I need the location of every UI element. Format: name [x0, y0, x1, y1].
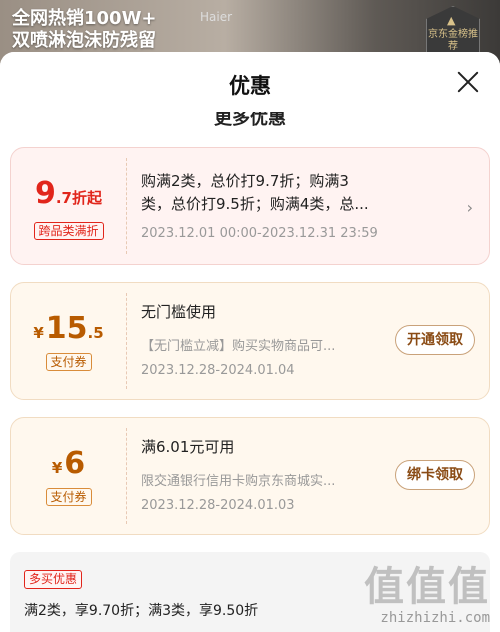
badge-icon: ▲	[447, 14, 456, 27]
badge-label: 京东金榜推荐	[428, 29, 478, 52]
sheet-title: 优惠	[229, 74, 271, 98]
coupon-divider	[126, 428, 127, 524]
watermark-logo: 值值值	[364, 564, 490, 610]
coupon-amount: 9.7折起	[11, 176, 126, 211]
coupon-valid-date: 2023.12.28-2024.01.04	[141, 363, 295, 378]
coupon-description: 限交通银行信用卡购京东商城实...	[141, 474, 336, 489]
coupon-type-badge: 支付券	[45, 353, 92, 371]
coupon-title: 无门槛使用	[141, 303, 217, 321]
coupon-divider	[126, 293, 127, 389]
brand-logo: Haier	[200, 10, 233, 24]
discount-sheet: 优惠 更多优惠 9.7折起 跨品类满折 购满2类，总价打9.7折；购满3 类，总…	[0, 52, 500, 632]
coupon-value-area: ¥6 支付券	[11, 418, 126, 534]
coupon-list[interactable]: 9.7折起 跨品类满折 购满2类，总价打9.7折；购满3 类，总价打9.5折；购…	[0, 132, 500, 632]
chevron-right-icon[interactable]: ›	[467, 198, 473, 217]
currency-symbol: ¥	[51, 459, 63, 477]
coupon-card-no-threshold: ¥15.5 支付券 无门槛使用 【无门槛立减】购买实物商品可... 2023.1…	[10, 282, 490, 400]
coupon-title: 满6.01元可用	[141, 438, 235, 456]
coupon-valid-date: 2023.12.01 00:00-2023.12.31 23:59	[141, 226, 378, 241]
coupon-card-cross-category[interactable]: 9.7折起 跨品类满折 购满2类，总价打9.7折；购满3 类，总价打9.5折；购…	[10, 147, 490, 265]
coupon-type-badge: 支付券	[45, 488, 92, 506]
coupon-type-badge: 跨品类满折	[33, 222, 104, 240]
coupon-amount-main: 15	[45, 311, 88, 346]
section-title-text: 更多优惠	[214, 112, 286, 129]
sheet-header: 优惠	[0, 52, 500, 112]
currency-symbol: ¥	[33, 324, 44, 342]
bind-card-claim-button[interactable]: 绑卡领取	[395, 460, 475, 490]
coupon-amount-main: 9	[34, 176, 56, 211]
banner-subheadline: 双喷淋泡沫防残留	[12, 30, 156, 51]
coupon-card-bank: ¥6 支付券 满6.01元可用 限交通银行信用卡购京东商城实... 2023.1…	[10, 417, 490, 535]
coupon-title-line1: 购满2类，总价打9.7折；购满3	[141, 172, 349, 190]
coupon-amount-main: 6	[64, 446, 86, 481]
coupon-detail: 满6.01元可用 限交通银行信用卡购京东商城实... 2023.12.28-20…	[141, 418, 489, 534]
coupon-amount: ¥15.5	[11, 311, 126, 346]
coupon-value-area: ¥15.5 支付券	[11, 283, 126, 399]
coupon-detail: 购满2类，总价打9.7折；购满3 类，总价打9.5折；购满4类，总... 202…	[141, 148, 489, 264]
ranking-badge: ▲ 京东金榜推荐	[426, 6, 480, 58]
activate-claim-button[interactable]: 开通领取	[395, 325, 475, 355]
coupon-divider	[126, 158, 127, 254]
multi-buy-text: 满2类，享9.70折；满3类，享9.50折	[24, 603, 259, 619]
coupon-value-area: 9.7折起 跨品类满折	[11, 148, 126, 264]
coupon-detail: 无门槛使用 【无门槛立减】购买实物商品可... 2023.12.28-2024.…	[141, 283, 489, 399]
coupon-amount-suffix: .5	[87, 324, 104, 342]
section-title: 更多优惠	[0, 112, 500, 132]
watermark-url: zhizhizhi.com	[380, 610, 490, 626]
coupon-description: 【无门槛立减】购买实物商品可...	[141, 339, 336, 354]
coupon-title-line2: 类，总价打9.5折；购满4类，总...	[141, 195, 369, 213]
close-icon[interactable]	[454, 68, 482, 96]
coupon-amount: ¥6	[11, 446, 126, 481]
coupon-amount-suffix: .7折起	[55, 189, 102, 207]
multi-buy-badge: 多买优惠	[24, 570, 83, 589]
coupon-valid-date: 2023.12.28-2024.01.03	[141, 498, 295, 513]
site-watermark: 值值值 zhizhizhi.com	[364, 564, 490, 626]
